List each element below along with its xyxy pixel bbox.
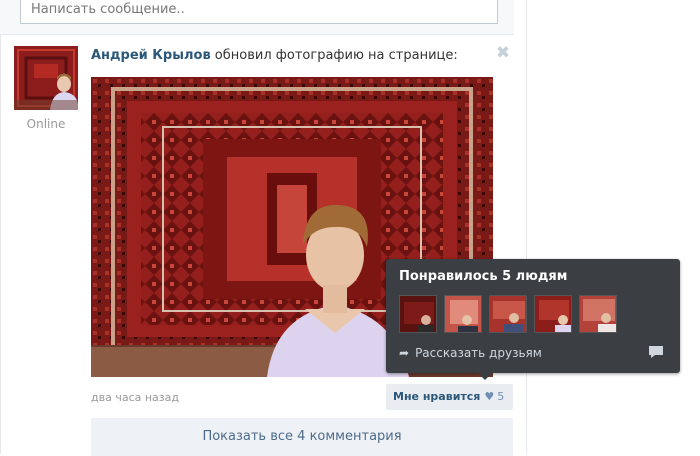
like-button[interactable]: Мне нравится ♥ 5 [386,384,513,410]
liker-thumbnail[interactable] [534,295,572,333]
composer-area: Написать сообщение.. [0,0,514,35]
show-comments-button[interactable]: Показать все 4 комментария [91,418,513,456]
liker-thumbnail[interactable] [444,295,482,333]
like-label: Мне нравится [393,390,481,403]
message-input-placeholder: Написать сообщение.. [31,2,185,17]
share-icon: ➦ [399,346,410,360]
left-border [0,0,1,454]
share-label: Рассказать друзьям [415,346,542,360]
post-action-text: обновил фотографию на странице: [210,48,458,63]
comment-icon[interactable] [648,345,664,359]
liker-thumbnail[interactable] [489,295,527,333]
online-status: Online [26,117,66,131]
close-icon[interactable]: ✖ [494,44,512,62]
post-time[interactable]: два часа назад [91,391,179,404]
likes-popup-title[interactable]: Понравилось 5 людям [399,269,567,284]
likes-popup: Понравилось 5 людям ➦ Рассказать друзьям [386,259,680,380]
author-link[interactable]: Андрей Крылов [91,48,211,63]
liker-thumbnail[interactable] [399,295,437,333]
like-count: 5 [497,390,505,403]
post-header: Андрей Крылов обновил фотографию на стра… [91,48,458,63]
avatar[interactable] [14,46,78,110]
right-border [526,0,527,454]
heart-icon: ♥ [484,390,495,403]
share-link[interactable]: ➦ Рассказать друзьям [399,346,542,360]
message-input[interactable]: Написать сообщение.. [20,0,498,24]
liker-thumbnail[interactable] [579,295,617,333]
